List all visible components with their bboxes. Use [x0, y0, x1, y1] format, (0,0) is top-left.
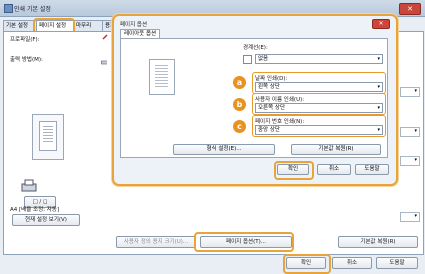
output-method-label: 출력 방법(M):	[10, 57, 43, 63]
profile-label: 프로파일(F):	[10, 37, 40, 43]
format-settings-button[interactable]: 형식 설정(E)...	[173, 144, 275, 155]
dialog-ok-highlight	[274, 161, 314, 180]
callout-badge-c: c	[233, 120, 246, 133]
pencil-icon[interactable]	[102, 34, 108, 40]
help-button[interactable]: 도움말	[376, 257, 418, 269]
page-number-print-highlight	[252, 115, 386, 137]
dialog-cancel-button[interactable]: 취소	[317, 164, 351, 175]
dialog-title: 페이지 옵션	[120, 22, 148, 28]
right-dropdown-4[interactable]: ▾	[400, 212, 420, 222]
border-preview-icon	[243, 55, 252, 64]
page-options-highlight	[194, 232, 294, 252]
custom-paper-size-button[interactable]: 사용자 정의 용지 크기(U)...	[116, 236, 196, 248]
cancel-button[interactable]: 취소	[332, 257, 372, 269]
tab-finishing[interactable]: 마무리	[73, 20, 105, 31]
layout-options-panel: 경계선(E): 없음 ▾ 날짜 인쇄(D): 왼쪽 상단 ▾ 사용자 이름 인쇄(U…	[120, 38, 388, 158]
window-title: 인쇄 기본 설정	[14, 6, 51, 13]
view-settings-button[interactable]: 현재 설정 보기(V)	[12, 214, 80, 226]
ok-button-highlight	[283, 254, 331, 274]
right-dropdown-1[interactable]: ▾	[400, 87, 420, 97]
close-icon[interactable]: ✕	[372, 19, 390, 29]
restore-defaults-button[interactable]: 기본값 복원(R)	[338, 236, 418, 248]
border-label: 경계선(E):	[243, 45, 268, 51]
restore-defaults-button[interactable]: 기본값 복원(R)	[291, 144, 381, 155]
page-options-dialog: 페이지 옵션 ✕ 레이아웃 옵션 경계선(E): 없음 ▾ 날짜 인쇄(D): 왼…	[112, 14, 398, 186]
paper-size-caption: A4 [배율 조정: 자동]	[10, 207, 60, 213]
dialog-help-button[interactable]: 도움말	[355, 164, 389, 175]
border-select[interactable]: 없음 ▾	[255, 54, 383, 64]
date-print-highlight	[252, 72, 386, 94]
user-name-print-highlight	[252, 93, 386, 115]
printer-preview-icon	[21, 179, 37, 192]
printer-icon	[101, 60, 107, 65]
close-icon[interactable]: ✕	[399, 3, 421, 15]
page-preview	[32, 114, 64, 160]
callout-badge-a: a	[233, 76, 246, 89]
printer-app-icon	[4, 4, 13, 13]
right-dropdown-3[interactable]: ▾	[400, 156, 420, 166]
page-preview-thumbnail	[149, 59, 175, 95]
callout-badge-b: b	[233, 98, 246, 111]
right-dropdown-2[interactable]: ▾	[400, 127, 420, 137]
